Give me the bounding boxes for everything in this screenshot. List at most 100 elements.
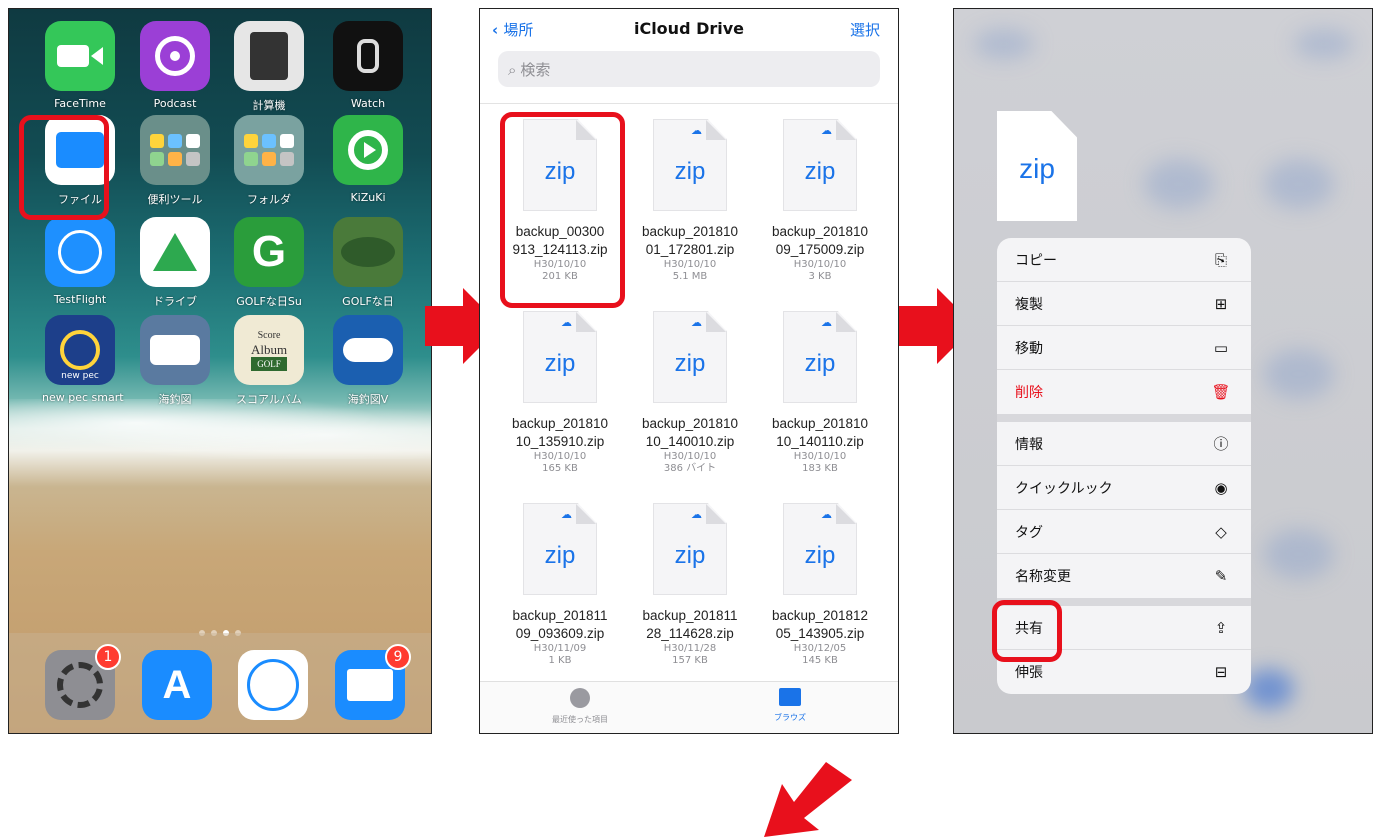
archive-icon: ⊟ xyxy=(1214,663,1228,681)
file-item[interactable]: ☁ zip backup_201810 09_175009.zip H30/10/10 3… xyxy=(755,119,885,283)
cloud-download-icon[interactable]: ☁ xyxy=(691,508,702,521)
menu-item-label: 名称変更 xyxy=(1015,569,1071,585)
app-golf2[interactable]: GOLFな日 xyxy=(330,217,406,309)
menu-item-label: 削除 xyxy=(1015,385,1043,401)
app-scorealbum[interactable]: Score Album GOLF スコアルバム xyxy=(231,315,307,407)
highlight-backup-file xyxy=(500,112,625,308)
boat-icon xyxy=(333,315,403,385)
menu-item-label: 複製 xyxy=(1015,296,1043,313)
context-menu-panel: zip コピー ⎘ 複製 ⊞ 移動 ▭ 削除 🗑 情報 ⓘ クイックルック ◉ タグ ◇ 名称変更 ✎ 共有 ⇪ 伸… xyxy=(953,8,1373,734)
file-item[interactable]: ☁ zip backup_201810 10_140010.zip H30/10/10 3… xyxy=(625,311,755,475)
cloud-download-icon[interactable]: ☁ xyxy=(561,316,572,329)
arrow-shaft xyxy=(899,306,939,346)
file-date: H30/10/10 xyxy=(663,259,717,270)
file-item[interactable]: ☁ zip backup_201810 10_140110.zip H30/10/10 1… xyxy=(755,311,885,475)
app-label: new pec smart xyxy=(42,391,124,404)
file-item[interactable]: ☁ zip backup_201810 01_172801.zip H30/10/10 5… xyxy=(625,119,755,283)
app-newpec[interactable]: new pec new pec smart xyxy=(42,315,124,404)
app-kizuki[interactable]: KiZuKi xyxy=(330,115,406,204)
divider xyxy=(480,103,898,104)
file-name: backup_201810 10_140010.zip xyxy=(641,416,739,449)
highlight-share-item xyxy=(992,600,1062,662)
file-item[interactable]: ☁ zip backup_201812 05_143905.zip H30/12/05 1… xyxy=(755,503,885,667)
watch-icon xyxy=(333,21,403,91)
app-calculator[interactable]: 計算機 xyxy=(231,21,307,113)
app-store-icon: A xyxy=(142,650,212,720)
zip-file-icon: ☁ zip xyxy=(783,503,857,595)
menu-item-edit[interactable]: 名称変更 ✎ xyxy=(997,554,1251,598)
cloud-download-icon[interactable]: ☁ xyxy=(821,124,832,137)
app-watch[interactable]: Watch xyxy=(330,21,406,110)
clock-icon xyxy=(570,688,590,708)
tab-label: ブラウズ xyxy=(774,713,806,722)
menu-item-trash[interactable]: 削除 🗑 xyxy=(997,370,1251,414)
dock-app-settings[interactable]: 1 xyxy=(42,644,121,720)
cloud-download-icon[interactable]: ☁ xyxy=(821,508,832,521)
app-folder[interactable]: フォルダ xyxy=(231,115,307,207)
file-size: 157 KB xyxy=(672,655,708,666)
app-facetime[interactable]: FaceTime xyxy=(42,21,118,110)
app-folder-icon xyxy=(234,115,304,185)
menu-item-label: コピー xyxy=(1015,252,1057,269)
folder-icon xyxy=(779,688,801,706)
app-drive[interactable]: ドライブ xyxy=(137,217,213,309)
menu-item-label: クイックルック xyxy=(1015,480,1113,497)
menu-item-duplicate[interactable]: 複製 ⊞ xyxy=(997,282,1251,326)
file-extension: zip xyxy=(1019,153,1055,184)
menu-item-eye[interactable]: クイックルック ◉ xyxy=(997,466,1251,510)
gear-icon: 1 xyxy=(45,644,121,720)
app-testflight[interactable]: TestFlight xyxy=(42,217,118,306)
app-folder-icon xyxy=(140,115,210,185)
app-label: KiZuKi xyxy=(350,191,386,204)
menu-item-folder[interactable]: 移動 ▭ xyxy=(997,326,1251,370)
app-icon-text: Score xyxy=(257,330,281,341)
file-date: H30/11/28 xyxy=(663,643,717,654)
cloud-download-icon[interactable]: ☁ xyxy=(821,316,832,329)
arrow-shaft xyxy=(425,306,465,346)
cloud-download-icon[interactable]: ☁ xyxy=(561,508,572,521)
blurred-background xyxy=(974,29,1034,59)
file-extension: zip xyxy=(674,350,706,377)
file-extension: zip xyxy=(544,542,576,569)
menu-item-copy[interactable]: コピー ⎘ xyxy=(997,238,1251,282)
app-label: TestFlight xyxy=(53,293,107,306)
search-placeholder: 検索 xyxy=(520,61,551,79)
select-button[interactable]: 選択 xyxy=(850,19,880,40)
google-drive-icon xyxy=(140,217,210,287)
file-extension: zip xyxy=(804,350,836,377)
blurred-background xyxy=(1264,159,1334,209)
zip-file-icon: ☁ zip xyxy=(653,311,727,403)
tab-browse[interactable]: ブラウズ xyxy=(730,688,850,723)
file-item[interactable]: ☁ zip backup_201811 28_114628.zip H30/11/28 1… xyxy=(625,503,755,667)
cloud-download-icon[interactable]: ☁ xyxy=(691,124,702,137)
file-item[interactable]: ☁ zip backup_201811 09_093609.zip H30/11/09 1… xyxy=(495,503,625,667)
menu-item-tag[interactable]: タグ ◇ xyxy=(997,510,1251,554)
file-item[interactable]: ☁ zip backup_201810 10_135910.zip H30/10/10 1… xyxy=(495,311,625,475)
file-date: H30/10/10 xyxy=(533,451,587,462)
tab-recents[interactable]: 最近使った項目 xyxy=(520,688,640,725)
file-name: backup_201810 10_135910.zip xyxy=(511,416,609,449)
file-size: 3 KB xyxy=(808,271,832,282)
app-umitsuri[interactable]: 海釣図 xyxy=(137,315,213,407)
blurred-background xyxy=(1294,29,1354,59)
app-label: FaceTime xyxy=(54,97,106,110)
app-golf1[interactable]: G GOLFな日Su xyxy=(231,217,307,309)
file-date: H30/10/10 xyxy=(793,451,847,462)
dock-app-safari[interactable] xyxy=(235,650,311,720)
dock-app-mail[interactable]: 9 xyxy=(332,644,411,720)
app-podcast[interactable]: Podcast xyxy=(137,21,213,110)
app-label: 海釣図V xyxy=(347,393,389,406)
page-fold xyxy=(836,312,856,332)
app-icon-text: GOLF xyxy=(250,357,288,371)
search-field[interactable]: ⌕ 検索 xyxy=(498,51,880,87)
app-tools[interactable]: 便利ツール xyxy=(137,115,213,207)
cloud-download-icon[interactable]: ☁ xyxy=(691,316,702,329)
tag-icon: ◇ xyxy=(1215,522,1227,541)
menu-item-label: 情報 xyxy=(1015,436,1043,453)
file-size: 145 KB xyxy=(802,655,838,666)
menu-item-info[interactable]: 情報 ⓘ xyxy=(997,422,1251,466)
file-size: 183 KB xyxy=(802,463,838,474)
highlight-files-app xyxy=(19,115,109,220)
dock-app-appstore[interactable]: A xyxy=(139,650,215,720)
app-umitsuriv[interactable]: 海釣図V xyxy=(330,315,406,407)
